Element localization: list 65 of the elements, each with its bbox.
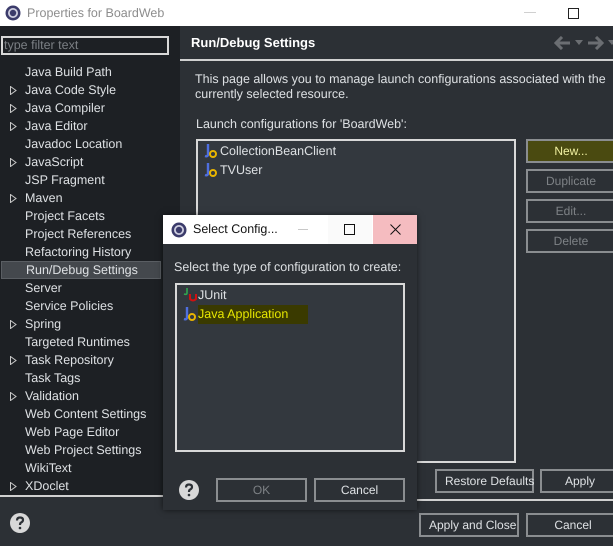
tree-item[interactable]: XDoclet [1, 477, 161, 495]
close-icon [390, 224, 400, 235]
side-button[interactable]: New... [526, 138, 613, 163]
tree-item[interactable]: Service Policies [1, 297, 161, 315]
tree-item[interactable]: Java Build Path [1, 63, 161, 81]
app-icon [171, 222, 187, 238]
tree-item[interactable]: Task Tags [1, 369, 161, 387]
tree-item[interactable]: WikiText [1, 459, 161, 477]
tree-item[interactable]: Java Compiler [1, 99, 161, 117]
expand-icon[interactable] [10, 104, 16, 112]
app-icon [5, 5, 21, 21]
filter-field[interactable]: type filter text [1, 36, 169, 54]
list-item[interactable]: CollectionBeanClient [203, 142, 514, 161]
tree-item[interactable]: JSP Fragment [1, 171, 161, 189]
junit-icon [182, 287, 198, 304]
footer-button[interactable]: Cancel [526, 512, 613, 537]
dialog-prompt: Select the type of configuration to create: [173, 259, 402, 276]
dialog-title: Select Config... [193, 221, 278, 238]
tree-item[interactable]: Spring [1, 315, 161, 333]
page-title: Run/Debug Settings [191, 34, 316, 52]
close-button[interactable] [373, 215, 417, 244]
list-item[interactable]: JUnit [182, 286, 403, 305]
maximize-button[interactable] [328, 215, 372, 244]
list-item[interactable]: TVUser [203, 160, 514, 180]
tree-item[interactable]: Web Page Editor [1, 423, 161, 441]
java-application-icon [203, 162, 219, 178]
expand-icon[interactable] [10, 194, 16, 202]
tree-item[interactable]: Validation [1, 387, 161, 405]
window-title: Properties for BoardWeb [27, 4, 164, 22]
tree-item[interactable]: Targeted Runtimes [1, 333, 161, 351]
back-icon[interactable] [554, 36, 571, 50]
list-label: Launch configurations for 'BoardWeb': [195, 116, 408, 133]
expand-icon[interactable] [10, 392, 16, 400]
tree-item[interactable]: Java Code Style [1, 81, 161, 99]
help-icon[interactable] [10, 513, 30, 533]
tree-item[interactable]: Java Editor [1, 117, 161, 135]
expand-icon[interactable] [10, 356, 16, 364]
expand-icon[interactable] [10, 158, 16, 166]
help-icon[interactable] [179, 480, 199, 500]
tree-item[interactable]: Task Repository [1, 351, 161, 369]
tree-item[interactable]: Run/Debug Settings [1, 261, 161, 279]
tree-item[interactable]: Server [1, 279, 161, 297]
tree-item[interactable]: Maven [1, 189, 161, 207]
footer-button[interactable]: Apply and Close [419, 512, 519, 537]
maximize-icon[interactable] [568, 8, 579, 18]
tree-item[interactable]: Project Facets [1, 207, 161, 225]
java-application-icon [182, 306, 198, 322]
tree-item[interactable]: Javadoc Location [1, 135, 161, 153]
expand-icon[interactable] [10, 320, 16, 328]
tree-item[interactable]: Project References [1, 225, 161, 243]
caret-icon[interactable] [575, 40, 583, 45]
tree-item[interactable]: Refactoring History [1, 243, 161, 261]
tree-item[interactable]: Web Content Settings [1, 405, 161, 423]
restore-defaults-button[interactable]: Restore Defaults [435, 468, 534, 493]
tree-item[interactable]: JavaScript [1, 153, 161, 171]
tree-item[interactable]: Web Project Settings [1, 441, 161, 459]
maximize-icon [344, 224, 356, 235]
expand-icon[interactable] [10, 482, 16, 490]
apply-button[interactable]: Apply [540, 468, 613, 493]
expand-icon[interactable] [10, 122, 16, 130]
expand-icon[interactable] [10, 86, 16, 94]
page-description: This page allows you to manage launch configurations associated with the currently selected resource. [194, 72, 607, 102]
dialog-button[interactable]: Cancel [314, 478, 405, 502]
forward-icon[interactable] [587, 36, 604, 50]
java-application-icon [203, 143, 219, 160]
